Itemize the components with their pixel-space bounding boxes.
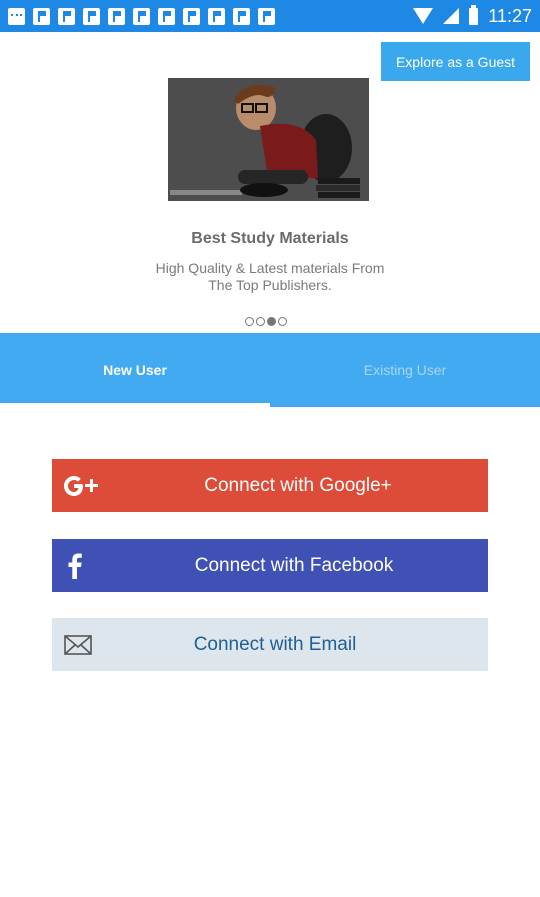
connect-google-label: Connect with Google+ <box>204 474 392 496</box>
onboarding-carousel[interactable]: Explore as a Guest Best Study Materials <box>0 32 540 333</box>
connect-email-button[interactable]: Connect with Email <box>52 618 488 671</box>
cell-signal-icon <box>443 8 460 24</box>
connect-facebook-label: Connect with Facebook <box>194 554 394 576</box>
battery-icon <box>469 4 479 25</box>
message-notification-icon <box>8 7 25 25</box>
status-bar: 11:27 <box>0 0 540 32</box>
page-dot[interactable] <box>256 317 265 326</box>
flag-notification-icon <box>233 7 250 25</box>
flag-notification-icon <box>183 7 200 25</box>
connect-email-label: Connect with Email <box>193 633 357 655</box>
flag-notification-icon <box>108 7 125 25</box>
slide-description: High Quality & Latest materials From The… <box>100 260 440 294</box>
explore-as-guest-button[interactable]: Explore as a Guest <box>381 42 530 81</box>
flag-notification-icon <box>83 7 100 25</box>
flag-notification-icon <box>58 7 75 25</box>
notification-icons <box>8 7 275 25</box>
page-dot[interactable] <box>245 317 254 326</box>
carousel-page-indicator <box>245 317 287 326</box>
flag-notification-icon <box>158 7 175 25</box>
page-dot-active[interactable] <box>267 317 276 326</box>
tab-existing-user[interactable]: Existing User <box>270 333 540 407</box>
student-illustration <box>168 78 369 201</box>
flag-notification-icon <box>133 7 150 25</box>
system-status: 11:27 <box>413 4 532 27</box>
slide-description-line: The Top Publishers. <box>208 277 332 293</box>
flag-notification-icon <box>33 7 50 25</box>
status-time: 11:27 <box>488 5 532 26</box>
flag-notification-icon <box>208 7 225 25</box>
page-dot[interactable] <box>278 317 287 326</box>
wifi-icon <box>413 8 434 24</box>
tab-new-user[interactable]: New User <box>0 333 270 407</box>
connect-facebook-button[interactable]: Connect with Facebook <box>52 539 488 592</box>
user-type-tabs: New User Existing User <box>0 333 540 407</box>
connect-google-button[interactable]: Connect with Google+ <box>52 459 488 512</box>
flag-notification-icon <box>258 7 275 25</box>
slide-title: Best Study Materials <box>191 230 349 247</box>
slide-description-line: High Quality & Latest materials From <box>155 260 385 276</box>
